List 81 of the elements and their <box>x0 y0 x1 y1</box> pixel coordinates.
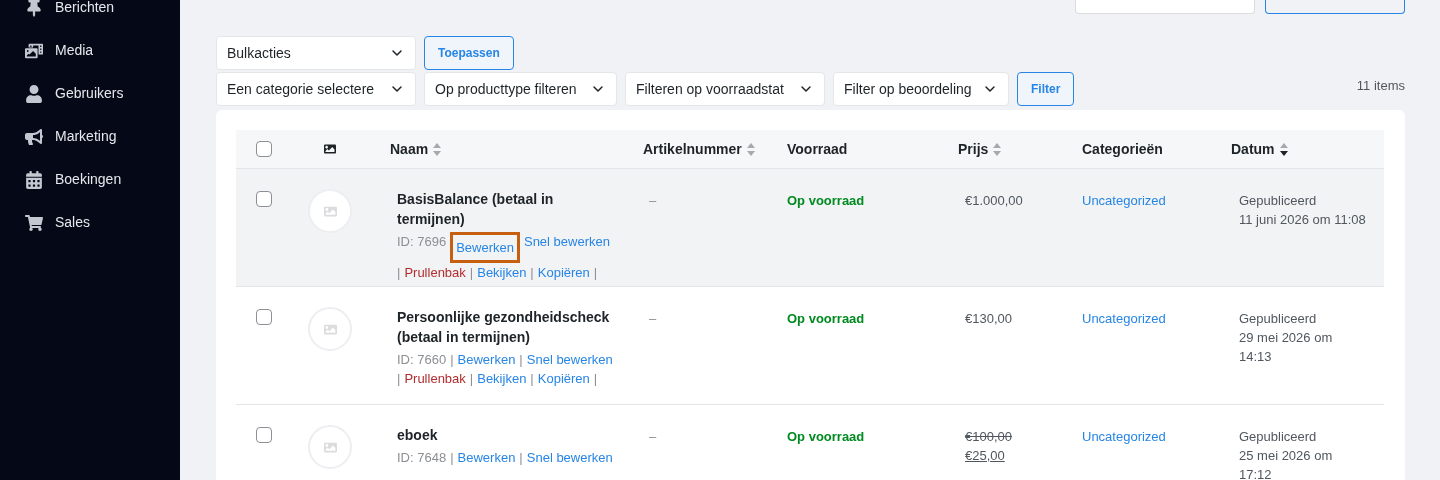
old-price: €100,00 <box>965 428 1012 446</box>
dropdown[interactable]: Bulkacties <box>216 36 416 70</box>
action-link[interactable]: Prullenbak <box>404 263 466 282</box>
sidebar-item[interactable]: Gebruikers <box>0 72 180 115</box>
column-header[interactable]: Artikelnummer <box>643 138 742 160</box>
stock-status: Op voorraad <box>787 311 865 326</box>
sidebar-item[interactable]: Marketing <box>0 115 180 158</box>
separator: | <box>519 351 523 369</box>
cart-icon <box>25 213 43 232</box>
image-icon <box>323 322 337 336</box>
category-link[interactable]: Uncategorized <box>1082 311 1166 326</box>
column-header[interactable]: Naam <box>390 138 429 160</box>
stock-status: Op voorraad <box>787 429 865 444</box>
pin-icon <box>25 0 43 17</box>
checkbox[interactable] <box>256 309 272 325</box>
dropdown[interactable]: Op producttype filteren <box>424 72 617 106</box>
sidebar-item[interactable]: Media <box>0 29 180 72</box>
action-link[interactable]: Bewerken <box>457 448 516 467</box>
category-link[interactable]: Uncategorized <box>1082 193 1166 208</box>
search-field[interactable] <box>1075 0 1255 14</box>
action-link[interactable]: Kopiëren <box>537 369 590 388</box>
action-link[interactable]: Snel bewerken <box>526 448 613 467</box>
separator: | <box>530 370 534 388</box>
separator: | <box>519 449 523 467</box>
image-icon <box>323 204 337 218</box>
column-header: Categorieën <box>1082 139 1163 159</box>
user-icon <box>25 84 43 103</box>
product-id: ID: 7660 <box>397 351 447 369</box>
product-name[interactable]: eboek <box>397 425 616 445</box>
date-text: Gepubliceerd <box>1239 192 1318 210</box>
dropdown[interactable]: Een categorie selectere <box>216 72 416 106</box>
price: €130,00 <box>965 310 1012 328</box>
separator: | <box>469 264 474 282</box>
action-link[interactable]: Bewerken <box>457 350 516 369</box>
action-link[interactable]: Prullenbak <box>404 369 466 388</box>
price: €1.000,00 <box>965 192 1023 210</box>
dropdown[interactable]: Filteren op voorraadstat <box>625 72 825 106</box>
sidebar-item[interactable]: Sales <box>0 201 180 244</box>
sku: – <box>649 429 657 444</box>
column-header: Voorraad <box>787 139 848 159</box>
date-text: 29 mei 2026 om <box>1239 329 1334 347</box>
date-text: 25 mei 2026 om <box>1239 447 1334 465</box>
stock-status: Op voorraad <box>787 193 865 208</box>
sku: – <box>649 311 657 326</box>
separator: | <box>469 370 474 388</box>
date-text: Gepubliceerd <box>1239 428 1318 446</box>
column-header[interactable]: Datum <box>1231 138 1275 160</box>
image-icon <box>324 143 336 155</box>
item-count: 11 items <box>1356 76 1405 95</box>
dropdown[interactable]: Filter op beoordeling <box>833 72 1009 106</box>
sale-price: €25,00 <box>965 447 1005 465</box>
media-icon <box>25 41 43 60</box>
action-link[interactable]: Bekijken <box>477 369 527 388</box>
checkbox[interactable] <box>256 191 272 207</box>
image-icon <box>323 440 337 454</box>
calendar-icon <box>25 170 43 189</box>
checkbox[interactable] <box>256 427 272 443</box>
date-text: 11 juni 2026 om 11:08 <box>1239 211 1367 229</box>
separator: | <box>593 370 598 388</box>
product-id: ID: 7648 <box>397 449 447 467</box>
megaphone-icon <box>25 127 43 146</box>
product-name[interactable]: BasisBalance (betaal in termijnen) <box>397 189 616 229</box>
date-text: Gepubliceerd <box>1239 310 1318 328</box>
separator: | <box>397 264 401 282</box>
date-text: 17:12 <box>1239 466 1273 480</box>
sidebar-item[interactable]: Berichten <box>0 0 180 29</box>
separator: | <box>593 264 598 282</box>
date-text: 14:13 <box>1239 348 1273 366</box>
checkbox[interactable] <box>256 141 272 157</box>
column-header[interactable]: Prijs <box>958 138 989 160</box>
separator: | <box>530 264 534 282</box>
category-link[interactable]: Uncategorized <box>1082 429 1166 444</box>
separator: | <box>397 370 401 388</box>
sku: – <box>649 193 657 208</box>
action-link[interactable]: Snel bewerken <box>526 350 613 369</box>
product-name[interactable]: Persoonlijke gezondheidscheck (betaal in termijnen) <box>397 307 616 347</box>
sidebar-item[interactable]: Boekingen <box>0 158 180 201</box>
search-button[interactable] <box>1265 0 1405 14</box>
separator: | <box>450 449 454 467</box>
product-id: ID: 7696 <box>397 233 447 251</box>
separator: | <box>450 351 454 369</box>
